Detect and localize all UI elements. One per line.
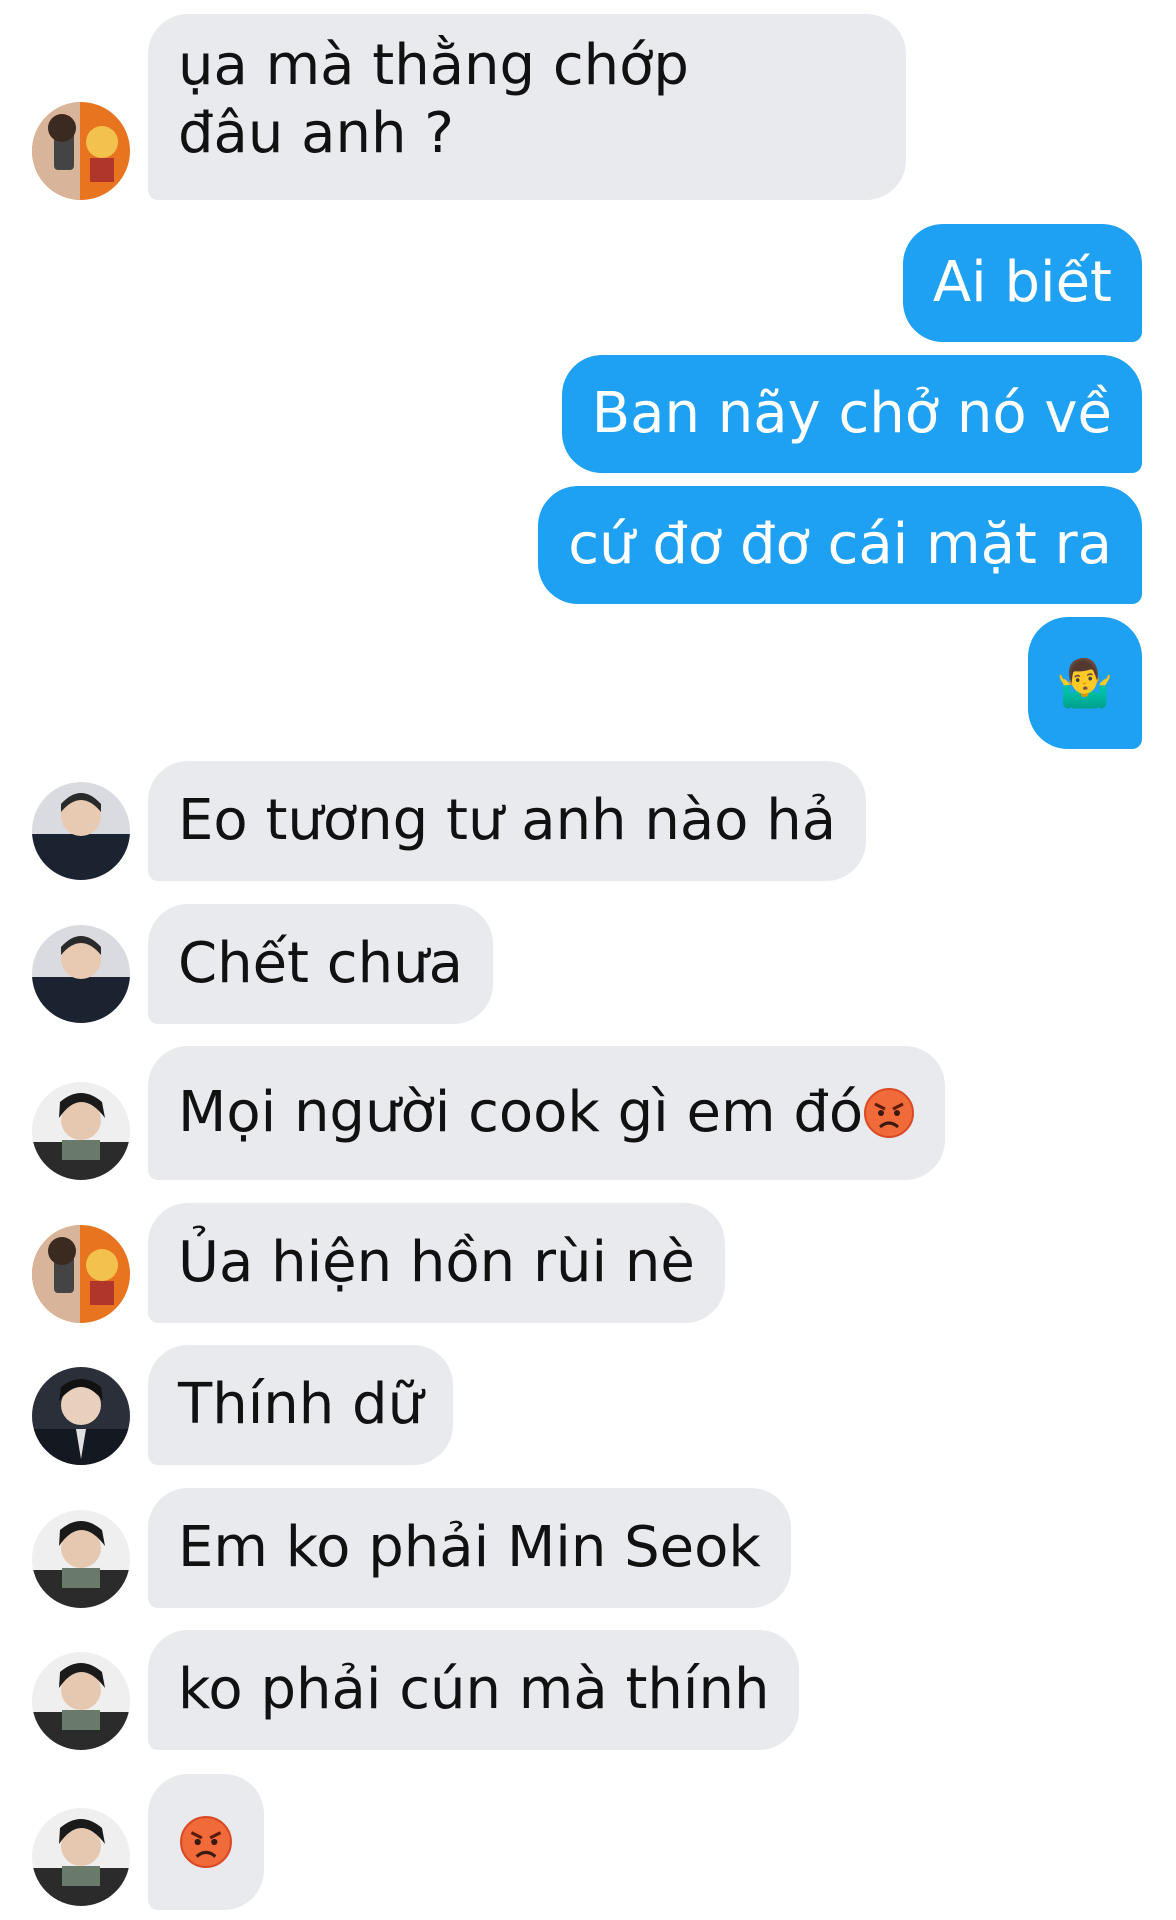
sender-avatar[interactable] [32,1652,130,1750]
sender-avatar[interactable] [32,782,130,880]
message-text: ụa mà thằng chớp đâu anh ? [178,33,689,166]
sender-avatar[interactable] [32,1082,130,1180]
message-bubble-outgoing[interactable]: 🤷‍♂️ [1028,617,1142,749]
sender-avatar[interactable] [32,1808,130,1906]
message-text: cứ đơ đơ cái mặt ra [568,512,1112,577]
message-text: Chết chưa [178,931,463,996]
avatar-scarf-icon [32,1652,130,1750]
message-bubble-incoming[interactable]: Eo tương tư anh nào hả [148,761,867,881]
message-text: Eo tương tư anh nào hả [178,788,837,853]
message-bubble-outgoing[interactable]: cứ đơ đơ cái mặt ra [538,486,1142,604]
avatar-scarf-icon [32,1510,130,1608]
message-text: Em ko phải Min Seok [178,1515,761,1580]
message-bubble-incoming[interactable]: ụa mà thằng chớp đâu anh ? [148,14,906,200]
message-text: Ban nãy chở nó về [591,381,1112,446]
avatar-suit-icon [32,1367,130,1465]
avatar-orange-icon [32,102,130,200]
message-bubble-outgoing[interactable]: Ban nãy chở nó về [561,355,1142,473]
message-text: Ai biết [932,250,1112,315]
avatar-orange-icon [32,1225,130,1323]
avatar-dark-jacket-icon [32,925,130,1023]
sender-avatar[interactable] [32,1225,130,1323]
avatar-scarf-icon [32,1082,130,1180]
message-text: ko phải cún mà thính [178,1657,770,1722]
sender-avatar[interactable] [32,1367,130,1465]
avatar-scarf-icon [32,1808,130,1906]
sender-avatar[interactable] [32,102,130,200]
message-bubble-incoming[interactable]: Mọi người cook gì em đó [148,1046,946,1180]
message-bubble-incoming[interactable]: Chết chưa [148,904,493,1024]
message-bubble-incoming[interactable]: 😡 [148,1774,264,1910]
sender-avatar[interactable] [32,1510,130,1608]
message-bubble-incoming[interactable]: Ủa hiện hồn rùi nè [148,1203,725,1323]
sender-avatar[interactable] [32,925,130,1023]
message-text: Ủa hiện hồn rùi nè [178,1230,695,1295]
message-text: Mọi người cook gì em đó [178,1080,864,1145]
angry-face-icon [864,1088,915,1138]
shrug-emoji-icon: 🤷‍♂️ [1056,656,1114,710]
message-bubble-incoming[interactable]: Thính dữ [148,1345,454,1465]
message-bubble-incoming[interactable]: Em ko phải Min Seok [148,1488,791,1608]
angry-face-icon [180,1816,232,1868]
message-text: Thính dữ [178,1372,424,1437]
avatar-dark-jacket-icon [32,782,130,880]
message-bubble-outgoing[interactable]: Ai biết [902,224,1142,342]
message-bubble-incoming[interactable]: ko phải cún mà thính [148,1630,800,1750]
